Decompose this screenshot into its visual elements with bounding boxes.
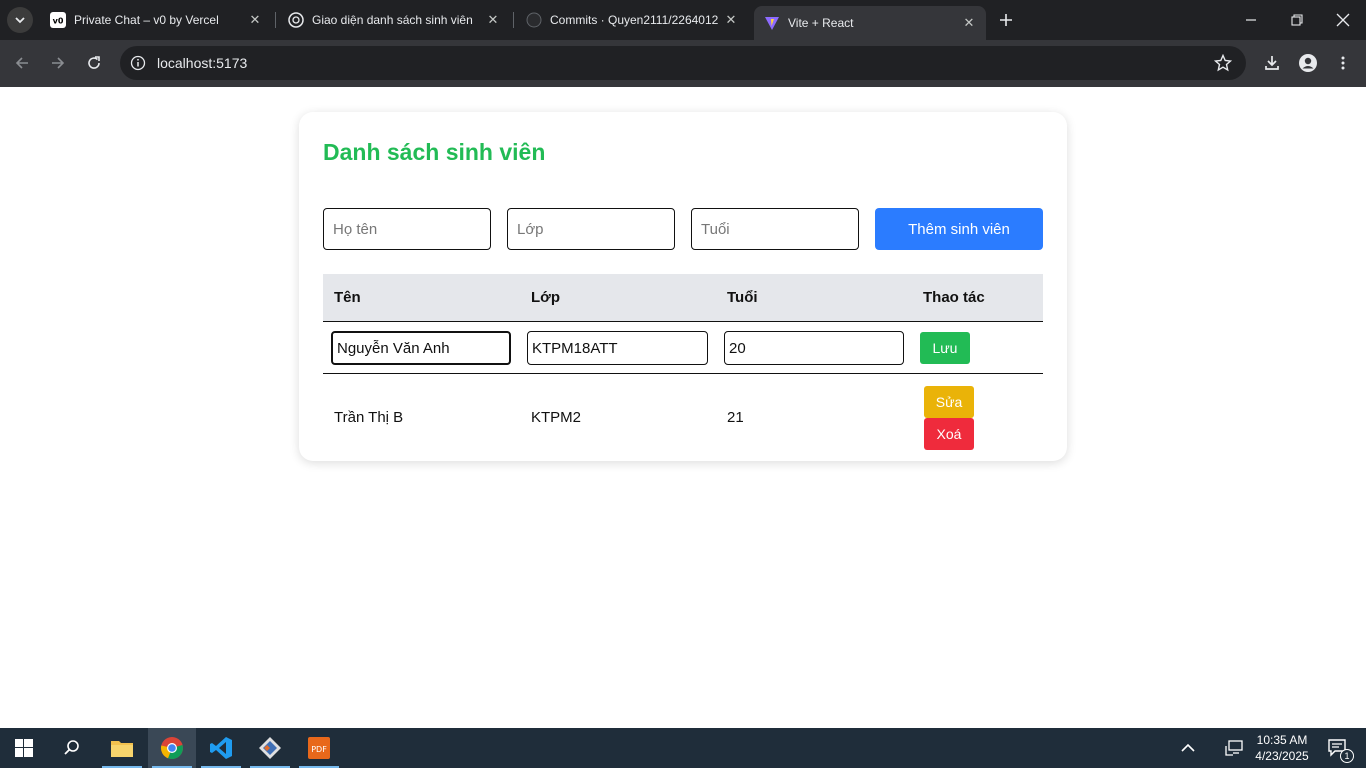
avatar-icon [1299, 54, 1317, 72]
taskbar-clock[interactable]: 10:35 AM 4/23/2025 [1244, 732, 1320, 764]
taskbar-pdf-reader[interactable]: PDF [295, 728, 343, 768]
edit-button[interactable]: Sửa [924, 386, 974, 418]
tab-separator [513, 12, 514, 28]
action-center-button[interactable]: 1 [1316, 728, 1360, 768]
folder-icon [111, 741, 133, 757]
page-viewport: Danh sách sinh viên Thêm sinh viên Tên L… [0, 87, 1366, 728]
student-card: Danh sách sinh viên Thêm sinh viên Tên L… [299, 112, 1067, 461]
add-student-button[interactable]: Thêm sinh viên [875, 208, 1043, 250]
arrow-right-icon [52, 57, 65, 69]
v0-icon: v0 [50, 12, 66, 28]
close-icon [1336, 13, 1350, 27]
vscode-icon [210, 737, 232, 759]
site-info-icon[interactable] [130, 55, 146, 71]
edit-class-input[interactable] [527, 331, 708, 365]
browser-tab-chatgpt[interactable]: Giao diện danh sách sinh viên ✕ [278, 0, 510, 40]
reload-icon [88, 56, 100, 69]
class-input[interactable] [507, 208, 675, 250]
save-button[interactable]: Lưu [920, 332, 970, 364]
column-header-name: Tên [334, 289, 361, 306]
profile-button[interactable] [1295, 50, 1321, 76]
notification-count-badge: 1 [1340, 749, 1354, 763]
close-icon[interactable]: ✕ [722, 11, 740, 29]
close-icon[interactable]: ✕ [484, 11, 502, 29]
taskbar-chrome[interactable] [148, 728, 196, 768]
windows-taskbar: PDF 10:35 AM 4/23/2025 1 [0, 728, 1366, 768]
bookmark-star-icon[interactable] [1213, 53, 1233, 72]
chatgpt-icon [288, 12, 304, 28]
plus-icon [1000, 14, 1012, 26]
edit-name-input[interactable] [331, 331, 511, 365]
url-text: localhost:5173 [157, 55, 248, 71]
download-icon [1265, 56, 1279, 70]
arrow-left-icon [15, 57, 28, 69]
back-button[interactable] [9, 50, 35, 76]
tab-search-button[interactable] [7, 7, 33, 33]
chrome-icon [160, 737, 183, 760]
minimize-icon [1246, 19, 1256, 21]
browser-tab-github[interactable]: Commits · Quyen2111/2264012 ✕ [516, 0, 748, 40]
delete-button[interactable]: Xoá [924, 418, 974, 450]
network-icon [1225, 740, 1243, 756]
new-tab-button[interactable] [994, 8, 1018, 32]
clock-date: 4/23/2025 [1255, 749, 1309, 763]
forward-button[interactable] [45, 50, 71, 76]
git-app-icon [259, 737, 281, 759]
clock-time: 10:35 AM [1256, 733, 1308, 747]
close-window-button[interactable] [1320, 0, 1366, 40]
tab-separator [275, 12, 276, 28]
close-icon[interactable]: ✕ [960, 14, 978, 32]
age-input[interactable] [691, 208, 859, 250]
table-header: Tên Lớp Tuổi Thao tác [323, 274, 1043, 322]
svg-text:PDF: PDF [311, 745, 327, 754]
tab-title: Vite + React [788, 16, 854, 30]
start-button[interactable] [0, 728, 48, 768]
browser-toolbar: localhost:5173 [0, 40, 1366, 87]
reload-button[interactable] [81, 50, 107, 76]
page-title: Danh sách sinh viên [323, 139, 546, 165]
browser-menu-button[interactable] [1330, 50, 1356, 76]
minimize-button[interactable] [1228, 0, 1274, 40]
show-hidden-icons-button[interactable] [1166, 728, 1210, 768]
tab-title: Giao diện danh sách sinh viên [312, 13, 473, 27]
svg-text:v0: v0 [53, 17, 64, 26]
restore-button[interactable] [1274, 0, 1320, 40]
table-row-editing: Lưu [323, 323, 1043, 374]
vite-icon [764, 15, 780, 31]
close-icon[interactable]: ✕ [246, 11, 264, 29]
github-icon [526, 12, 542, 28]
column-header-class: Lớp [531, 289, 560, 306]
address-bar[interactable]: localhost:5173 [120, 46, 1246, 80]
tab-title: Commits · Quyen2111/2264012 [550, 13, 719, 27]
column-header-actions: Thao tác [923, 289, 985, 306]
cell-name: Trần Thị B [334, 409, 404, 426]
edit-age-input[interactable] [724, 331, 904, 365]
table-row: Trần Thị B KTPM2 21 Sửa Xoá [323, 374, 1043, 464]
restore-icon [1291, 14, 1303, 26]
tab-title: Private Chat – v0 by Vercel [74, 13, 219, 27]
browser-tab-v0[interactable]: v0 Private Chat – v0 by Vercel ✕ [40, 0, 272, 40]
cell-age: 21 [727, 409, 744, 426]
more-vertical-icon [1341, 56, 1345, 70]
column-header-age: Tuổi [727, 289, 758, 306]
taskbar-search-button[interactable] [48, 728, 96, 768]
windows-logo-icon [15, 739, 33, 757]
cell-class: KTPM2 [531, 409, 582, 426]
downloads-button[interactable] [1259, 50, 1285, 76]
taskbar-vscode[interactable] [197, 728, 245, 768]
taskbar-file-explorer[interactable] [98, 728, 146, 768]
taskbar-git-client[interactable] [246, 728, 294, 768]
search-icon [64, 740, 79, 755]
name-input[interactable] [323, 208, 491, 250]
pdf-icon: PDF [308, 737, 330, 759]
browser-tab-vite[interactable]: Vite + React ✕ [754, 6, 986, 40]
chevron-up-icon [1181, 743, 1195, 752]
browser-tabstrip: v0 Private Chat – v0 by Vercel ✕ Giao di… [0, 0, 1366, 40]
chevron-down-icon [15, 17, 25, 24]
